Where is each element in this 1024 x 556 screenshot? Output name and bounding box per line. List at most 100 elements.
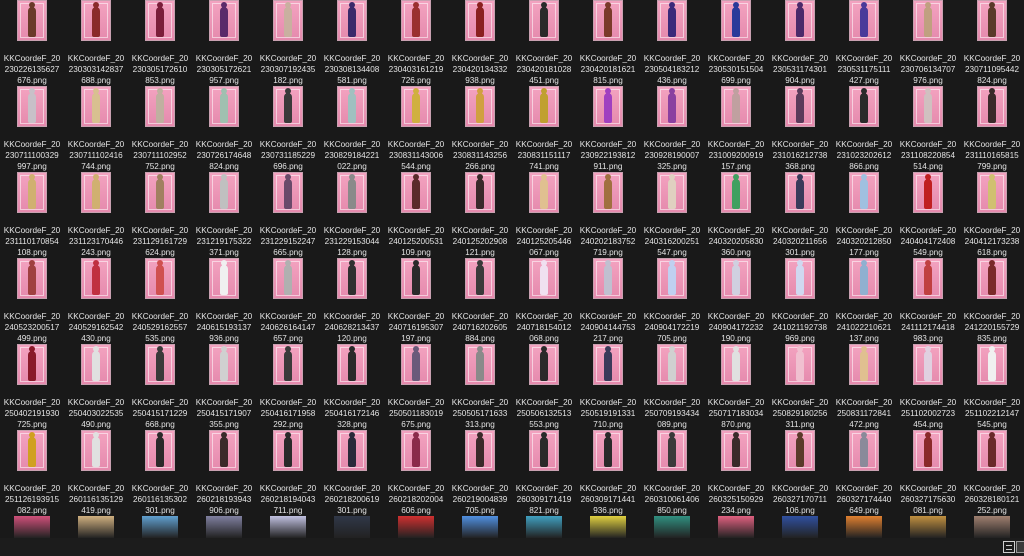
thumb-red-umbrella[interactable] <box>398 516 434 538</box>
file-item[interactable]: KKCoordeF_20 230706134707 976.png <box>896 0 960 85</box>
file-item[interactable]: KKCoordeF_20 241021192738 969.png <box>768 258 832 343</box>
file-item[interactable]: KKCoordeF_20 240320212850 177.png <box>832 172 896 257</box>
thumb-cyan-anime[interactable] <box>526 516 562 538</box>
file-item[interactable]: KKCoordeF_20 260327170711 106.png <box>768 430 832 515</box>
file-item[interactable]: KKCoordeF_20 240529162557 535.png <box>128 258 192 343</box>
file-item[interactable]: KKCoordeF_20 231016212738 368.png <box>768 86 832 171</box>
file-item[interactable]: KKCoordeF_20 231009200919 157.png <box>704 86 768 171</box>
file-item[interactable]: KKCoordeF_20 251126193915 082.png <box>0 430 64 515</box>
file-item[interactable]: KKCoordeF_20 240718154012 068.png <box>512 258 576 343</box>
file-item[interactable]: KKCoordeF_20 240412173238 618.png <box>960 172 1024 257</box>
file-item[interactable]: KKCoordeF_20 230928190007 325.png <box>640 86 704 171</box>
file-item[interactable]: KKCoordeF_20 260218200619 301.png <box>320 430 384 515</box>
file-item[interactable]: KKCoordeF_20 230831143006 544.png <box>384 86 448 171</box>
file-item[interactable]: KKCoordeF_20 250717183034 870.png <box>704 344 768 429</box>
file-item[interactable]: KKCoordeF_20 240125202908 121.png <box>448 172 512 257</box>
file-item[interactable]: KKCoordeF_20 230711095442 824.png <box>960 0 1024 85</box>
file-item[interactable]: KKCoordeF_20 230711102416 744.png <box>64 86 128 171</box>
file-item[interactable]: KKCoordeF_20 230531175111 427.png <box>832 0 896 85</box>
file-item[interactable]: KKCoordeF_20 250501183019 675.png <box>384 344 448 429</box>
thumb-colorful[interactable] <box>590 516 626 538</box>
file-item[interactable]: KKCoordeF_20 250505171633 313.png <box>448 344 512 429</box>
file-item[interactable]: KKCoordeF_20 241220155729 835.png <box>960 258 1024 343</box>
thumb-gold[interactable] <box>910 516 946 538</box>
file-item[interactable]: KKCoordeF_20 260219004839 705.png <box>448 430 512 515</box>
file-item[interactable]: KKCoordeF_20 260218194043 711.png <box>256 430 320 515</box>
file-item[interactable]: KKCoordeF_20 260218193943 906.png <box>192 430 256 515</box>
file-item[interactable]: KKCoordeF_20 250506132513 553.png <box>512 344 576 429</box>
file-item[interactable]: KKCoordeF_20 240615193137 936.png <box>192 258 256 343</box>
file-item[interactable]: KKCoordeF_20 250416171958 292.png <box>256 344 320 429</box>
file-item[interactable]: KKCoordeF_20 260310061406 850.png <box>640 430 704 515</box>
file-item[interactable]: KKCoordeF_20 250415171229 668.png <box>128 344 192 429</box>
file-item[interactable]: KKCoordeF_20 231129161729 624.png <box>128 172 192 257</box>
file-item[interactable]: KKCoordeF_20 250709193434 089.png <box>640 344 704 429</box>
file-item[interactable]: KKCoordeF_20 231108220854 514.png <box>896 86 960 171</box>
thumb-grey-anime[interactable] <box>206 516 242 538</box>
thumb-dark-anime[interactable] <box>334 516 370 538</box>
file-item[interactable]: KKCoordeF_20 250416172146 328.png <box>320 344 384 429</box>
thumb-teal-anime[interactable] <box>654 516 690 538</box>
file-item[interactable]: KKCoordeF_20 250831172841 472.png <box>832 344 896 429</box>
file-item[interactable]: KKCoordeF_20 240716195307 197.png <box>384 258 448 343</box>
file-item[interactable]: KKCoordeF_20 260327175630 081.png <box>896 430 960 515</box>
thumb-pink-hair[interactable] <box>718 516 754 538</box>
file-item[interactable]: KKCoordeF_20 260218202004 606.png <box>384 430 448 515</box>
file-item[interactable]: KKCoordeF_20 230403161219 726.png <box>384 0 448 85</box>
file-item[interactable]: KKCoordeF_20 260325150929 234.png <box>704 430 768 515</box>
file-item[interactable]: KKCoordeF_20 240716202605 884.png <box>448 258 512 343</box>
file-item[interactable]: KKCoordeF_20 241112174418 983.png <box>896 258 960 343</box>
file-item[interactable]: KKCoordeF_20 230711100329 997.png <box>0 86 64 171</box>
file-item[interactable]: KKCoordeF_20 250519191331 710.png <box>576 344 640 429</box>
file-item[interactable]: KKCoordeF_20 230731185229 696.png <box>256 86 320 171</box>
file-item[interactable]: KKCoordeF_20 260116135302 301.png <box>128 430 192 515</box>
file-item[interactable]: KKCoordeF_20 230307192435 182.png <box>256 0 320 85</box>
file-item[interactable]: KKCoordeF_20 231219175322 371.png <box>192 172 256 257</box>
file-item[interactable]: KKCoordeF_20 240320205830 360.png <box>704 172 768 257</box>
file-item[interactable]: KKCoordeF_20 260328180121 252.png <box>960 430 1024 515</box>
thumb-blue-anime[interactable] <box>142 516 178 538</box>
file-item[interactable]: KKCoordeF_20 260309171441 936.png <box>576 430 640 515</box>
file-item[interactable]: KKCoordeF_20 230226135627 676.png <box>0 0 64 85</box>
file-item[interactable]: KKCoordeF_20 231110170854 108.png <box>0 172 64 257</box>
file-item[interactable]: KKCoordeF_20 240904172219 705.png <box>640 258 704 343</box>
file-item[interactable]: KKCoordeF_20 260327174440 649.png <box>832 430 896 515</box>
file-item[interactable]: KKCoordeF_20 230711102952 752.png <box>128 86 192 171</box>
file-item[interactable]: KKCoordeF_20 240202183752 719.png <box>576 172 640 257</box>
thumb-blue-sky[interactable] <box>462 516 498 538</box>
thumb-orange[interactable] <box>846 516 882 538</box>
file-item[interactable]: KKCoordeF_20 240404172408 549.png <box>896 172 960 257</box>
thumb-mixed[interactable] <box>974 516 1010 538</box>
thumb-silver-character[interactable] <box>270 516 306 538</box>
thumb-poster[interactable] <box>782 516 818 538</box>
file-item[interactable]: KKCoordeF_20 230531174301 904.png <box>768 0 832 85</box>
file-item[interactable]: KKCoordeF_20 251102002723 454.png <box>896 344 960 429</box>
file-item[interactable]: KKCoordeF_20 230530151504 699.png <box>704 0 768 85</box>
file-item[interactable]: KKCoordeF_20 230305172610 853.png <box>128 0 192 85</box>
thumb-blonde-character[interactable] <box>78 516 114 538</box>
details-view-icon[interactable] <box>1003 541 1015 553</box>
file-item[interactable]: KKCoordeF_20 230305172621 957.png <box>192 0 256 85</box>
file-item[interactable]: KKCoordeF_20 250402191930 725.png <box>0 344 64 429</box>
file-item[interactable]: KKCoordeF_20 240529162542 430.png <box>64 258 128 343</box>
file-item[interactable]: KKCoordeF_20 231229152247 665.png <box>256 172 320 257</box>
file-item[interactable]: KKCoordeF_20 230831151117 741.png <box>512 86 576 171</box>
file-item[interactable]: KKCoordeF_20 231123170446 243.png <box>64 172 128 257</box>
large-icons-view-icon[interactable] <box>1016 541 1024 553</box>
file-item[interactable]: KKCoordeF_20 230420181028 451.png <box>512 0 576 85</box>
thumb-pink-card[interactable] <box>14 516 50 538</box>
file-item[interactable]: KKCoordeF_20 231110165815 799.png <box>960 86 1024 171</box>
file-item[interactable]: KKCoordeF_20 230726174648 824.png <box>192 86 256 171</box>
file-item[interactable]: KKCoordeF_20 240125200531 109.png <box>384 172 448 257</box>
file-item[interactable]: KKCoordeF_20 230504183212 436.png <box>640 0 704 85</box>
file-item[interactable]: KKCoordeF_20 250415171907 355.png <box>192 344 256 429</box>
file-item[interactable]: KKCoordeF_20 250403022535 490.png <box>64 344 128 429</box>
file-item[interactable]: KKCoordeF_20 240316200251 547.png <box>640 172 704 257</box>
file-item[interactable]: KKCoordeF_20 260116135129 419.png <box>64 430 128 515</box>
file-item[interactable]: KKCoordeF_20 230829184221 022.png <box>320 86 384 171</box>
file-item[interactable]: KKCoordeF_20 230308134408 581.png <box>320 0 384 85</box>
file-item[interactable]: KKCoordeF_20 240628213437 120.png <box>320 258 384 343</box>
file-item[interactable]: KKCoordeF_20 230420181621 815.png <box>576 0 640 85</box>
file-item[interactable]: KKCoordeF_20 240320211656 301.png <box>768 172 832 257</box>
file-item[interactable]: KKCoordeF_20 250829180256 311.png <box>768 344 832 429</box>
